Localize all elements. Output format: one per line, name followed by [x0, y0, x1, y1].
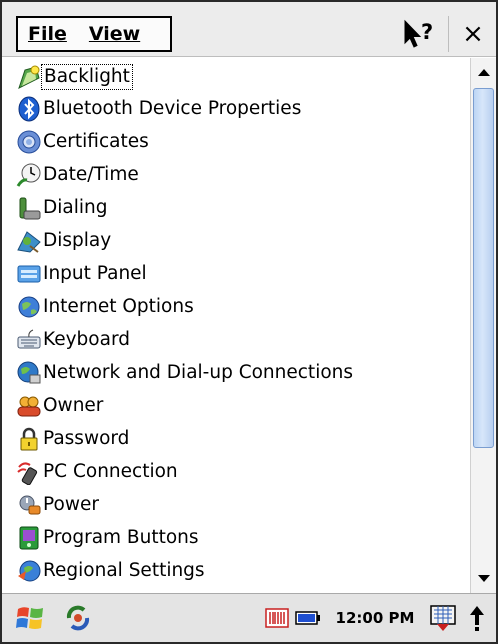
owner-icon [17, 396, 41, 417]
scrollbar-thumb[interactable] [473, 88, 494, 448]
windows-start-icon [16, 607, 43, 629]
list-item[interactable]: Dialing [16, 192, 466, 224]
date-time-icon [16, 163, 41, 187]
power-icon [19, 495, 41, 515]
clock[interactable]: 12:00 PM [327, 601, 423, 635]
view-menu[interactable]: View [67, 23, 140, 45]
program-buttons-icon [19, 526, 39, 550]
list-item[interactable]: Owner [16, 390, 466, 422]
help-mark: ? [421, 20, 433, 44]
list-item-label: Owner [43, 395, 104, 416]
sync-icon [66, 605, 90, 631]
internet-options-icon [18, 296, 40, 318]
list-item[interactable]: Password [16, 423, 466, 455]
file-menu[interactable]: File [18, 23, 67, 45]
list-item[interactable]: PC Connection [16, 456, 466, 488]
list-item-label: PC Connection [43, 461, 178, 482]
scroll-down-button[interactable] [471, 565, 496, 593]
barcode-icon [265, 608, 289, 628]
vertical-scrollbar[interactable] [470, 58, 496, 593]
certificates-icon [17, 130, 41, 154]
list-item-label: Certificates [43, 131, 149, 152]
keyboard-icon [430, 605, 456, 631]
regional-settings-icon [18, 560, 41, 582]
barcode-scanner-indicator[interactable] [264, 601, 290, 635]
list-item[interactable]: Network and Dial-up Connections [16, 357, 466, 389]
list-item[interactable]: Regional Settings [16, 555, 466, 587]
battery-indicator[interactable] [294, 601, 322, 635]
file-menu-label: File [28, 23, 67, 45]
input-panel-arrow-button[interactable] [464, 601, 490, 635]
close-button[interactable]: × [453, 16, 493, 52]
list-item-label: Backlight [41, 64, 133, 90]
list-item[interactable]: Bluetooth Device Properties [16, 93, 466, 125]
view-menu-label: View [88, 23, 141, 45]
help-button[interactable]: ? [399, 16, 443, 52]
list-item-label: Internet Options [43, 296, 194, 317]
list-item[interactable]: Certificates [16, 126, 466, 158]
scroll-up-button[interactable] [471, 58, 496, 86]
list-item-label: Password [43, 428, 130, 449]
list-item-label: Program Buttons [43, 527, 199, 548]
backlight-icon [18, 65, 40, 89]
list-item[interactable]: Backlight [16, 61, 466, 93]
input-panel-button[interactable] [426, 601, 460, 635]
bluetooth-icon [18, 96, 40, 122]
list-item-label: Power [43, 494, 99, 515]
scroll-down-arrow-icon [477, 575, 490, 582]
keyboard-icon [17, 329, 41, 349]
list-item-label: Display [43, 230, 112, 251]
list-item[interactable]: Keyboard [16, 324, 466, 356]
list-item-label: Bluetooth Device Properties [43, 98, 302, 119]
control-panel-window: File View ? × Backlight Bluetooth Device… [0, 0, 498, 644]
dialing-icon [19, 197, 41, 220]
battery-icon [295, 611, 320, 625]
applet-list: Backlight Bluetooth Device Properties Ce… [2, 58, 468, 593]
list-item-label: Input Panel [43, 263, 147, 284]
list-item-label: Network and Dial-up Connections [43, 362, 354, 383]
input-panel-icon [17, 265, 41, 283]
menu-bar: File View [16, 16, 172, 52]
list-item-label: Regional Settings [43, 560, 205, 581]
close-icon: × [462, 19, 484, 49]
help-pointer-icon: ? [404, 19, 433, 48]
activesync-button[interactable] [62, 601, 94, 635]
list-item[interactable]: Input Panel [16, 258, 466, 290]
list-item[interactable]: Power [16, 489, 466, 521]
scroll-up-arrow-icon [477, 69, 490, 76]
password-icon [20, 427, 38, 451]
command-bar: File View ? × [2, 2, 496, 57]
sip-arrow-icon [470, 606, 484, 631]
pc-connection-icon [17, 462, 38, 485]
list-item[interactable]: Internet Options [16, 291, 466, 323]
list-item[interactable]: Program Buttons [16, 522, 466, 554]
list-item-label: Date/Time [43, 164, 139, 185]
taskbar: 12:00 PM [2, 593, 496, 642]
list-item-label: Dialing [43, 197, 108, 218]
list-item[interactable]: Date/Time [16, 159, 466, 191]
toolbar-separator [448, 16, 449, 52]
list-item[interactable]: Display [16, 225, 466, 257]
start-button[interactable] [12, 601, 48, 635]
display-icon [17, 231, 41, 253]
network-icon [17, 361, 41, 384]
list-item-label: Keyboard [43, 329, 130, 350]
